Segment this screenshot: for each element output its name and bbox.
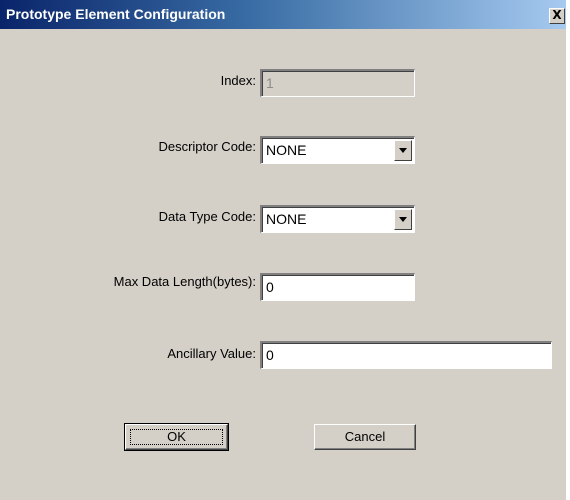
dialog-window: Prototype Element Configuration X Index:… [0,0,566,500]
ok-button[interactable]: OK [124,423,229,451]
ancillary-value-input[interactable]: 0 [260,341,552,369]
data-type-code-dropdown-button[interactable] [394,209,412,230]
data-type-code-select[interactable]: NONE [260,205,415,233]
chevron-down-icon [399,217,407,222]
data-type-code-value: NONE [266,211,307,227]
index-field: 1 [260,69,415,97]
descriptor-code-dropdown-button[interactable] [394,140,412,161]
max-data-length-input[interactable]: 0 [260,273,415,301]
cancel-button-label: Cancel [344,429,386,444]
ancillary-value-label: Ancillary Value: [167,346,256,361]
close-icon[interactable]: X [549,8,565,24]
cancel-button[interactable]: Cancel [314,424,416,450]
index-label: Index: [220,73,256,88]
chevron-down-icon [399,148,407,153]
descriptor-code-value: NONE [266,142,307,158]
descriptor-code-select[interactable]: NONE [260,136,415,164]
max-data-length-label: Max Data Length(bytes): [113,274,256,289]
descriptor-code-label: Descriptor Code: [158,139,256,154]
title-bar[interactable]: Prototype Element Configuration X [0,0,566,29]
focus-rectangle [130,429,223,445]
window-edge [566,0,570,500]
ancillary-value-value: 0 [266,347,274,363]
data-type-code-label: Data Type Code: [158,209,256,224]
dialog-title: Prototype Element Configuration [6,6,226,22]
max-data-length-value: 0 [266,279,274,295]
index-value: 1 [266,75,274,91]
